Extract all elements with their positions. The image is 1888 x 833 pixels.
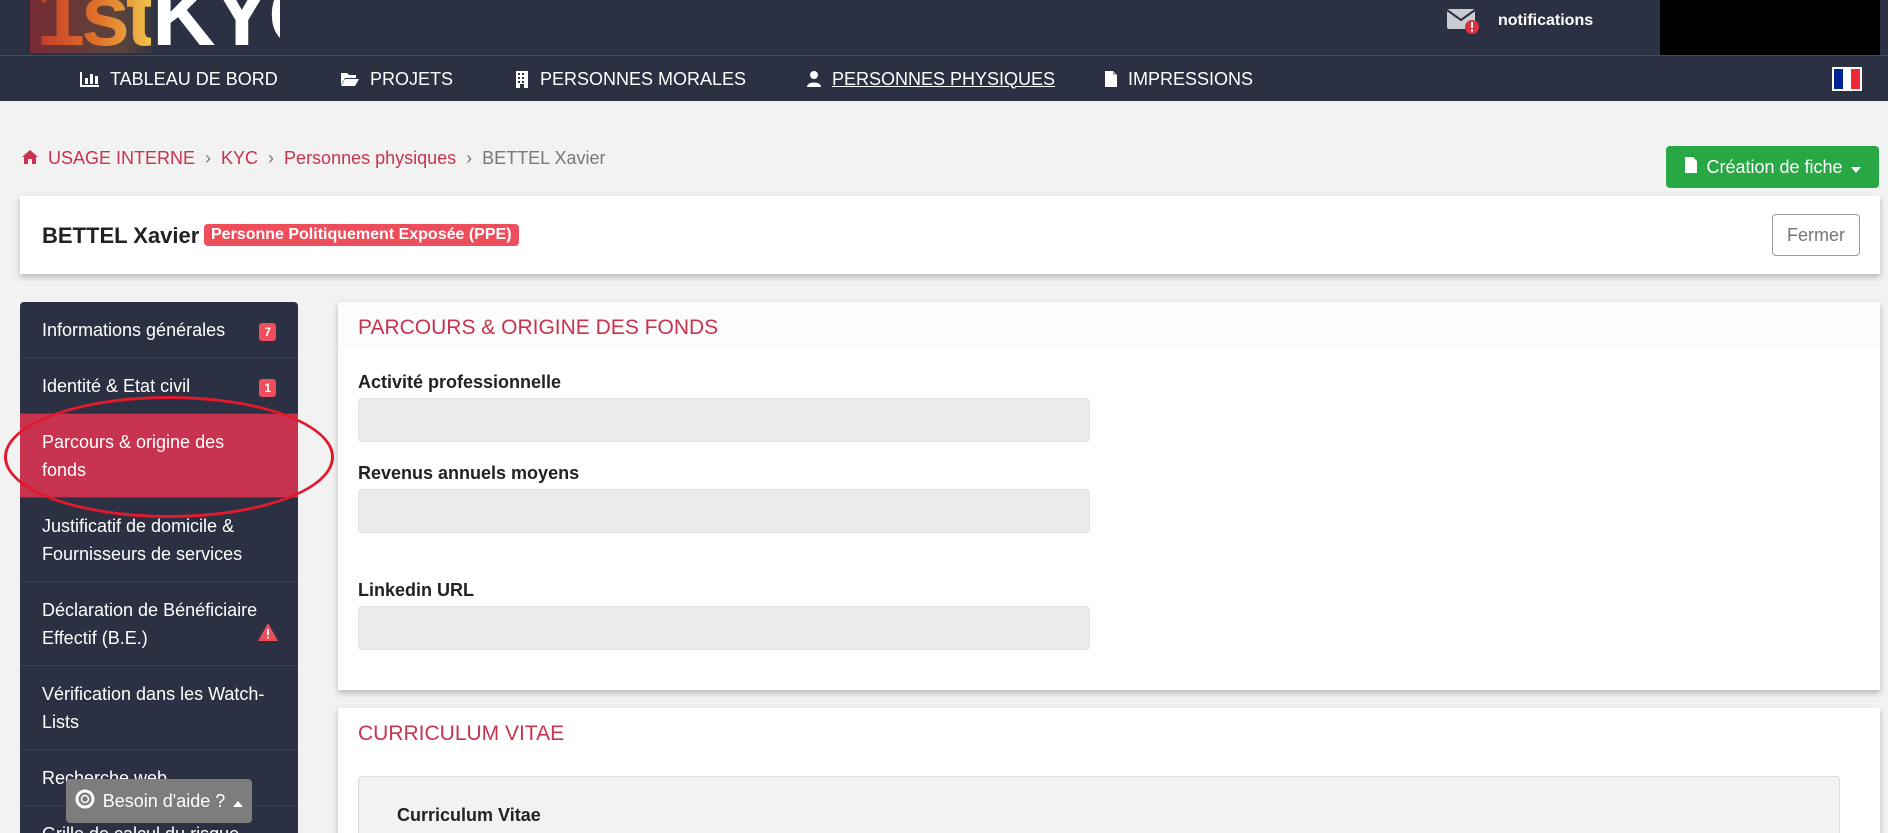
sidebar-item-label: Vérification dans les Watch-Lists xyxy=(42,684,265,732)
file-icon xyxy=(1684,156,1698,179)
main-nav: TABLEAU DE BORD PROJETS PERSONNES MORALE… xyxy=(0,55,1888,101)
linkedin-url-input[interactable] xyxy=(358,606,1090,650)
nav-label: TABLEAU DE BORD xyxy=(110,68,278,89)
sidebar-item-label: Grille de calcul du risque xyxy=(42,824,239,833)
file-icon xyxy=(1104,70,1118,88)
help-label: Besoin d'aide ? xyxy=(102,790,226,811)
caret-up-icon xyxy=(233,791,244,812)
section-sidebar: Informations générales 7 Identité & Etat… xyxy=(20,302,298,833)
create-record-button[interactable]: Création de fiche xyxy=(1666,146,1879,188)
funds-origin-panel: PARCOURS & ORIGINE DES FONDS Activité pr… xyxy=(338,302,1880,690)
warning-icon xyxy=(258,621,278,649)
help-button[interactable]: Besoin d'aide ? xyxy=(66,779,252,823)
highlight-annotation-ellipse xyxy=(4,396,334,518)
sidebar-item-label: Déclaration de Bénéficiaire Effectif (B.… xyxy=(42,600,258,648)
person-name: BETTEL Xavier xyxy=(42,223,200,248)
building-icon xyxy=(514,70,530,88)
breadcrumb-personnes-physiques[interactable]: Personnes physiques xyxy=(284,148,456,169)
logo-text-1st: 1st xyxy=(36,0,155,53)
nav-personnes-physiques[interactable]: PERSONNES PHYSIQUES xyxy=(806,56,1055,102)
curriculum-vitae-panel: CURRICULUM VITAE Curriculum Vitae xyxy=(338,708,1880,833)
nav-impressions[interactable]: IMPRESSIONS xyxy=(1104,56,1253,102)
linkedin-url-label: Linkedin URL xyxy=(358,580,474,600)
sidebar-item-watch-lists[interactable]: Vérification dans les Watch-Lists xyxy=(20,666,298,750)
nav-personnes-morales[interactable]: PERSONNES MORALES xyxy=(514,56,746,102)
mail-notification-icon[interactable] xyxy=(1446,6,1480,34)
panel-title: CURRICULUM VITAE xyxy=(358,722,565,745)
sidebar-item-label: Identité & Etat civil xyxy=(42,376,191,396)
nav-projets[interactable]: PROJETS xyxy=(340,56,453,102)
cv-label: Curriculum Vitae xyxy=(397,805,541,825)
revenus-annuels-label: Revenus annuels moyens xyxy=(358,463,580,483)
count-badge: 7 xyxy=(259,323,276,341)
user-icon xyxy=(806,70,822,88)
bar-chart-icon xyxy=(80,71,100,87)
create-record-label: Création de fiche xyxy=(1706,156,1843,177)
nav-label: PERSONNES PHYSIQUES xyxy=(832,68,1056,89)
app-logo[interactable]: 1st KYC xyxy=(30,0,280,53)
breadcrumb-separator: › xyxy=(205,148,212,168)
top-bar: 1st KYC notifications xyxy=(0,0,1888,56)
sidebar-item-label: Justificatif de domicile & Fournisseurs … xyxy=(42,516,243,564)
breadcrumb-kyc[interactable]: KYC xyxy=(221,148,258,169)
nav-label: PERSONNES MORALES xyxy=(540,68,747,89)
logo-text-kyc: KYC xyxy=(152,0,280,53)
lifebuoy-icon xyxy=(75,789,95,814)
breadcrumb-usage-interne[interactable]: USAGE INTERNE xyxy=(48,148,195,169)
cv-upload-box: Curriculum Vitae xyxy=(358,776,1840,833)
caret-down-icon xyxy=(1850,157,1861,178)
sidebar-item-label: Informations générales xyxy=(42,320,226,340)
sidebar-item-informations-generales[interactable]: Informations générales 7 xyxy=(20,302,298,358)
breadcrumb-current: BETTEL Xavier xyxy=(482,148,606,168)
revenus-annuels-input[interactable] xyxy=(358,489,1090,533)
breadcrumb-separator: › xyxy=(466,148,473,168)
breadcrumb: USAGE INTERNE › KYC › Personnes physique… xyxy=(22,148,606,169)
folder-open-icon xyxy=(340,71,360,87)
person-header-card: BETTEL Xavier Personne Politiquement Exp… xyxy=(20,196,1880,274)
home-icon[interactable] xyxy=(22,148,38,169)
nav-label: IMPRESSIONS xyxy=(1128,68,1254,89)
notifications-link[interactable]: notifications xyxy=(1498,12,1593,30)
activite-professionnelle-label: Activité professionnelle xyxy=(358,372,562,392)
activite-professionnelle-input[interactable] xyxy=(358,398,1090,442)
panel-title: PARCOURS & ORIGINE DES FONDS xyxy=(358,316,719,339)
fr-flag-icon[interactable] xyxy=(1832,67,1862,91)
close-button[interactable]: Fermer xyxy=(1772,214,1860,256)
count-badge: 1 xyxy=(259,379,276,397)
ppe-badge: Personne Politiquement Exposée (PPE) xyxy=(204,224,519,246)
nav-label: PROJETS xyxy=(370,68,454,89)
redacted-user-area xyxy=(1660,0,1880,56)
sidebar-item-declaration-be[interactable]: Déclaration de Bénéficiaire Effectif (B.… xyxy=(20,582,298,666)
nav-tableau-de-bord[interactable]: TABLEAU DE BORD xyxy=(80,56,278,102)
breadcrumb-separator: › xyxy=(268,148,275,168)
